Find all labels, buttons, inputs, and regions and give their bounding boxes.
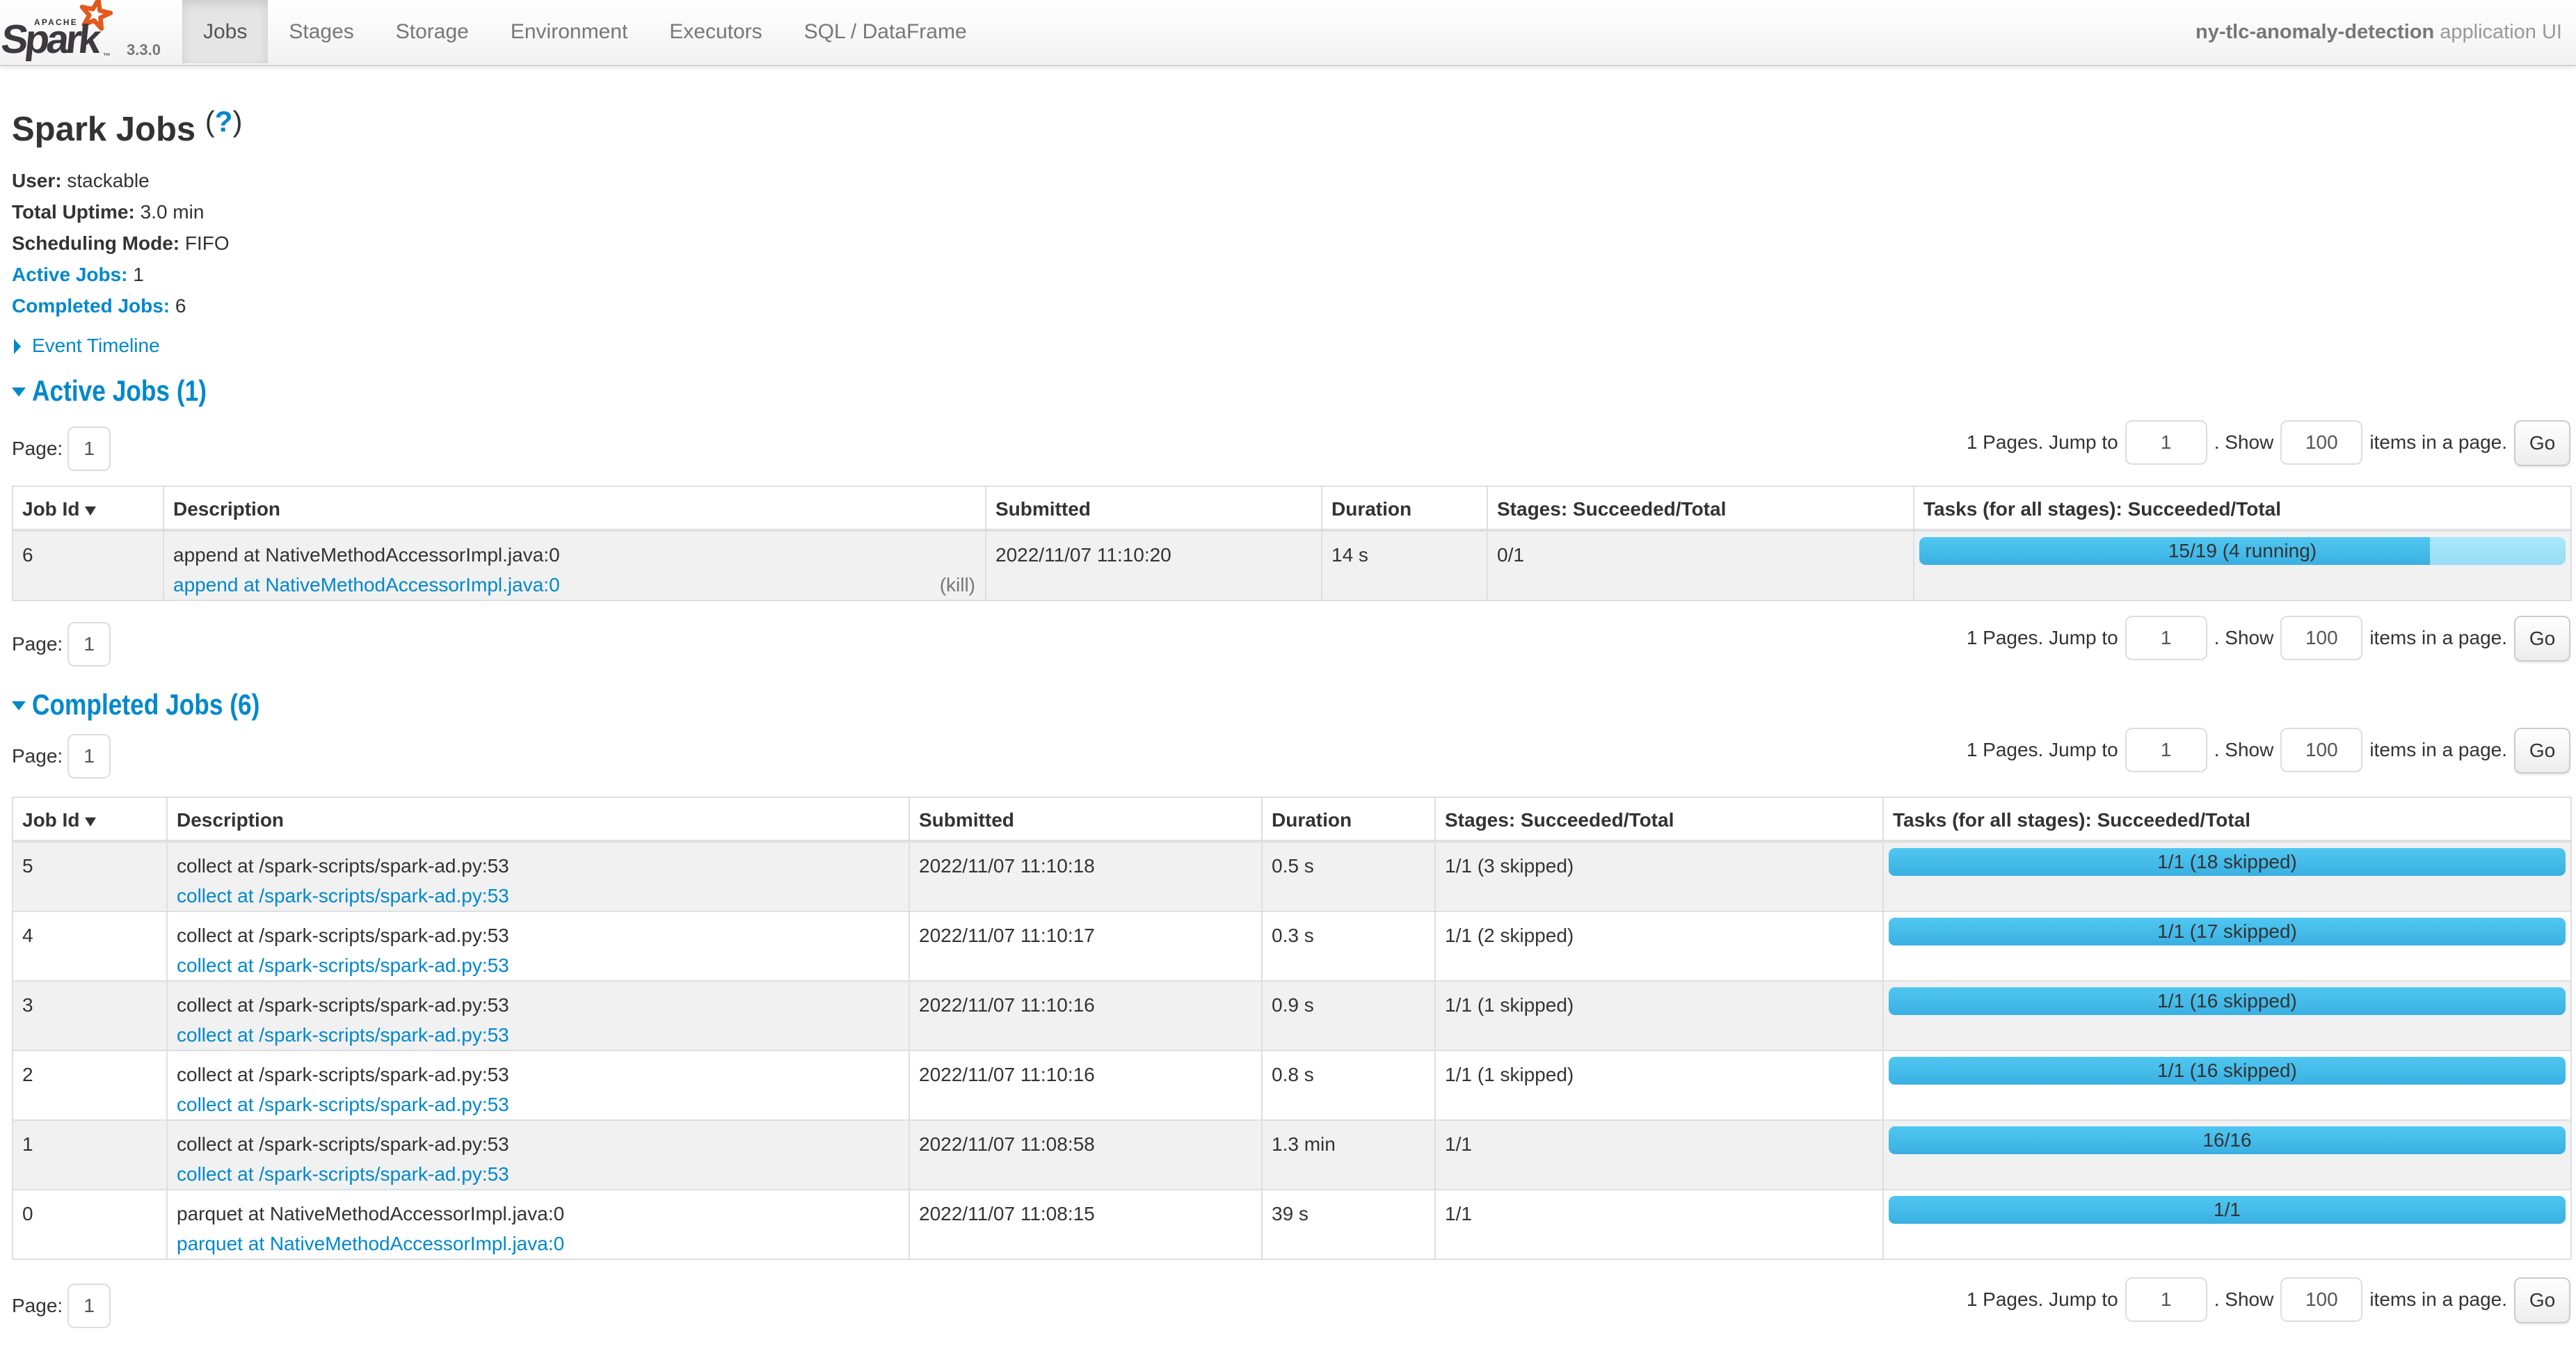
svg-text:Spark: Spark — [0, 17, 104, 62]
svg-text:™: ™ — [103, 52, 111, 61]
